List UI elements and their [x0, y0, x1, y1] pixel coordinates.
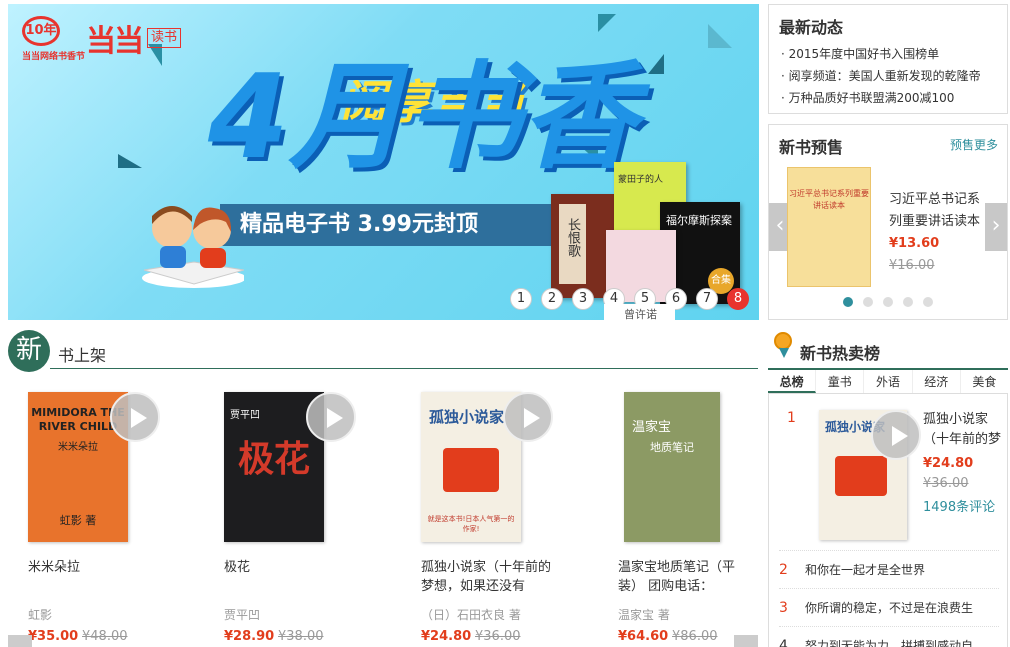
anniversary-logo: 10年 当当网络书香节	[22, 16, 85, 62]
book-orig-price: ¥86.00	[672, 629, 718, 644]
book-price: ¥35.00	[28, 629, 79, 644]
hot-list-tabs: 总榜 童书 外语 经济 美食	[768, 368, 1008, 394]
typewriter-image	[443, 448, 499, 492]
presale-title: 新书预售	[779, 138, 844, 157]
book-name[interactable]: 极花	[224, 558, 364, 598]
presale-more-link[interactable]: 预售更多	[950, 136, 998, 153]
rank-book-name[interactable]: 和你在一起才是全世界	[805, 563, 925, 577]
shelf-item: 孤独小说家 就是这本书!日本人气第一的作家! 孤独小说家（十年前的梦想，如果还没…	[421, 392, 561, 644]
slide-dot-active[interactable]: 8	[727, 288, 749, 310]
scroll-right-button[interactable]	[734, 635, 758, 647]
book-author[interactable]: 虹影	[28, 606, 168, 623]
dangdang-logo: 当当	[86, 24, 144, 59]
banner-ribbon: 精品电子书 3.99元封顶	[220, 204, 560, 246]
news-list: · 2015年度中国好书入围榜单 · 阅享频道：美国人重新发现的乾隆帝 · 万种…	[781, 43, 981, 109]
shelf-item: 贾平凹 极花 极花 贾平凹 ¥28.90 ¥38.00	[224, 392, 364, 644]
shelf-divider	[50, 368, 758, 369]
news-item[interactable]: · 阅享频道：美国人重新发现的乾隆帝	[781, 65, 981, 87]
news-panel: 最新动态 · 2015年度中国好书入围榜单 · 阅享频道：美国人重新发现的乾隆帝…	[768, 4, 1008, 114]
news-item[interactable]: · 万种品质好书联盟满200减100	[781, 87, 981, 109]
shelf-item: 温家宝 地质笔记 温家宝地质笔记（平装） 团购电话： 温家宝 著 ¥64.60 …	[618, 392, 758, 644]
news-title: 最新动态	[779, 18, 844, 37]
presale-book-name[interactable]: 习近平总书记系列重要讲话读本	[889, 189, 989, 233]
book-author[interactable]: 温家宝 著	[618, 606, 758, 623]
book-price: ¥24.80	[421, 629, 472, 644]
rank-row[interactable]: 3 你所谓的稳定，不过是在浪费生	[779, 588, 999, 617]
carousel-dot[interactable]	[843, 297, 853, 307]
book-price: ¥28.90	[224, 629, 275, 644]
book-orig-price: ¥38.00	[278, 629, 324, 644]
book-price: ¥64.60	[618, 629, 669, 644]
book-orig-price: ¥36.00	[475, 629, 521, 644]
carousel-dot[interactable]	[883, 297, 893, 307]
tab-foreign[interactable]: 外语	[864, 370, 913, 393]
rank-number: 3	[779, 600, 788, 616]
book-author[interactable]: 贾平凹	[224, 606, 364, 623]
scroll-left-button[interactable]	[8, 635, 32, 647]
tab-all[interactable]: 总榜	[768, 370, 817, 393]
carousel-dot[interactable]	[863, 297, 873, 307]
book-name[interactable]: 米米朵拉	[28, 558, 168, 598]
book-price-line: ¥35.00 ¥48.00	[28, 629, 168, 644]
presale-book-cover[interactable]: 习近平总书记系列重要讲话读本	[787, 167, 871, 287]
kids-reading-illustration	[142, 206, 244, 288]
decor-triangle	[708, 24, 732, 48]
banner-caption: 曾许诺	[604, 304, 675, 320]
book-price-line: ¥24.80 ¥36.00	[421, 629, 561, 644]
rank-book-name[interactable]: 你所谓的稳定，不过是在浪费生	[805, 601, 973, 615]
play-icon[interactable]	[503, 392, 553, 442]
rank-row[interactable]: 4 努力到无能为力，拼搏到感动自	[779, 626, 999, 647]
book-cover[interactable]: 孤独小说家 就是这本书!日本人气第一的作家!	[421, 392, 553, 542]
banner-headline: 4月书香	[208, 50, 637, 185]
medal-icon	[774, 332, 792, 358]
hot-list-title: 新书热卖榜	[800, 344, 881, 363]
hot-book-name[interactable]: 孤独小说家（十年前的梦	[923, 410, 1005, 450]
slide-dot[interactable]: 2	[541, 288, 563, 310]
hot-book-reviews[interactable]: 1498条评论	[923, 496, 995, 515]
book-cover[interactable]: 贾平凹 极花	[224, 392, 356, 542]
book-cover[interactable]: MIMIDORA THE RIVER CHILD 米米朵拉 虹影 著	[28, 392, 160, 542]
rank-number: 2	[779, 562, 788, 578]
play-icon[interactable]	[871, 410, 921, 460]
play-icon[interactable]	[110, 392, 160, 442]
decor-triangle	[118, 154, 142, 168]
slide-dot[interactable]: 7	[696, 288, 718, 310]
book-price-line: ¥28.90 ¥38.00	[224, 629, 364, 644]
rank-book-name[interactable]: 努力到无能为力，拼搏到感动自	[805, 639, 973, 647]
news-item[interactable]: · 2015年度中国好书入围榜单	[781, 43, 981, 65]
presale-orig-price: ¥16.00	[889, 258, 935, 273]
book-name[interactable]: 温家宝地质笔记（平装） 团购电话：	[618, 558, 758, 598]
new-badge: 新	[8, 330, 50, 372]
carousel-dot[interactable]	[903, 297, 913, 307]
book-orig-price: ¥48.00	[82, 629, 128, 644]
hot-book-price: ¥24.80	[923, 456, 974, 471]
slide-dot[interactable]: 1	[510, 288, 532, 310]
carousel-dot[interactable]	[923, 297, 933, 307]
shelf-title: 书上架	[58, 346, 107, 365]
dushu-logo: 读书	[147, 28, 182, 48]
typewriter-image	[835, 456, 887, 496]
presale-price: ¥13.60	[889, 236, 940, 251]
shelf-item: MIMIDORA THE RIVER CHILD 米米朵拉 虹影 著 米米朵拉 …	[28, 392, 168, 644]
presale-book-info: 习近平总书记系列重要讲话读本 ¥13.60 ¥16.00	[889, 189, 989, 277]
hot-list: 1 孤独小说家 孤独小说家（十年前的梦 ¥24.80 ¥36.00 1498条评…	[768, 394, 1008, 647]
tab-children[interactable]: 童书	[816, 370, 865, 393]
book-author[interactable]: （日）石田衣良 著	[421, 606, 561, 623]
tab-economy[interactable]: 经济	[913, 370, 961, 393]
decor-triangle	[598, 14, 616, 32]
hot-book-orig-price: ¥36.00	[923, 476, 969, 491]
presale-panel: 新书预售 预售更多 ‹ › 习近平总书记系列重要讲话读本 习近平总书记系列重要讲…	[768, 124, 1008, 320]
book-name[interactable]: 孤独小说家（十年前的梦想，如果还没有	[421, 558, 561, 598]
decor-triangle	[648, 54, 664, 74]
presale-carousel-dots	[843, 297, 933, 307]
promo-banner[interactable]: 10年 当当网络书香节 当当 读书 阅享当当 4月书香 精品电子书 3.99元封…	[8, 4, 759, 320]
book-cover[interactable]: 温家宝 地质笔记	[624, 392, 720, 542]
tab-food[interactable]: 美食	[961, 370, 1008, 393]
slide-dot[interactable]: 3	[572, 288, 594, 310]
rank-number: 1	[787, 410, 796, 426]
rank-row[interactable]: 2 和你在一起才是全世界	[779, 550, 999, 579]
rank-number: 4	[779, 638, 788, 647]
play-icon[interactable]	[306, 392, 356, 442]
